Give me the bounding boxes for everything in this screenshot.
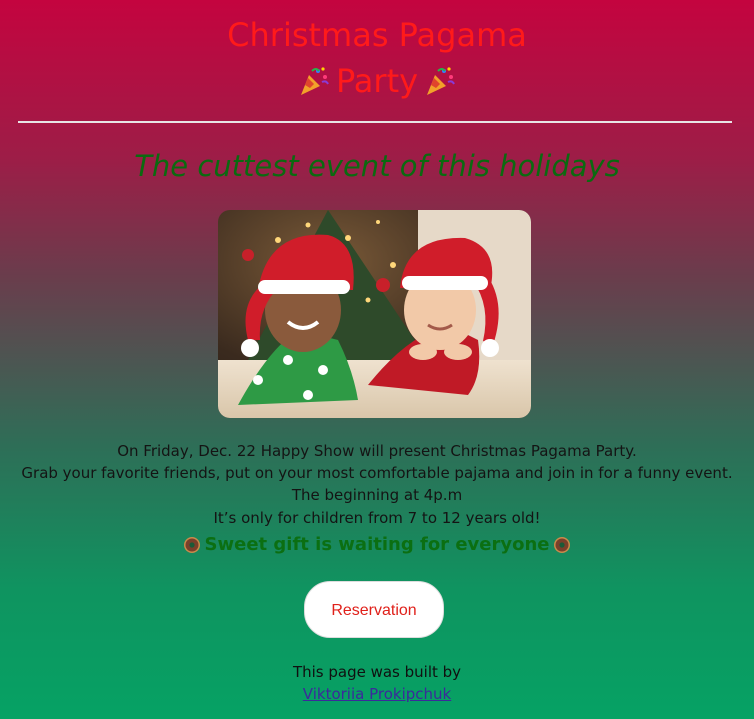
event-start-time: The beginning at 4p.m bbox=[291, 486, 463, 504]
party-popper-icon bbox=[300, 67, 329, 95]
subtitle: The cuttest event of this holidays bbox=[134, 149, 620, 183]
donut-icon bbox=[554, 537, 571, 553]
author-link[interactable]: Viktoriia Prokipchuk bbox=[303, 685, 451, 703]
page-title-line2: Party bbox=[0, 58, 754, 104]
donut-icon bbox=[183, 537, 200, 553]
gift-text: Sweet gift is waiting for everyone bbox=[204, 534, 550, 555]
gift-note: Sweet gift is waiting for everyone bbox=[0, 531, 754, 559]
page-title-line1: Christmas Pagama bbox=[227, 16, 527, 54]
title-word-party: Party bbox=[335, 62, 419, 100]
kids-in-santa-hats-image bbox=[218, 210, 531, 418]
event-details-line1: On Friday, Dec. 22 Happy Show will prese… bbox=[117, 442, 637, 460]
author-container: Viktoriia Prokipchuk bbox=[0, 683, 754, 705]
built-by-text: This page was built by bbox=[292, 663, 462, 681]
event-age-range: It’s only for children from 7 to 12 year… bbox=[213, 509, 541, 527]
party-popper-icon bbox=[427, 67, 455, 95]
kids-photo bbox=[218, 210, 531, 418]
divider bbox=[18, 121, 732, 123]
reservation-button[interactable]: Reservation bbox=[304, 581, 444, 638]
event-details-line2: Grab your favorite friends, put on your … bbox=[21, 464, 733, 482]
